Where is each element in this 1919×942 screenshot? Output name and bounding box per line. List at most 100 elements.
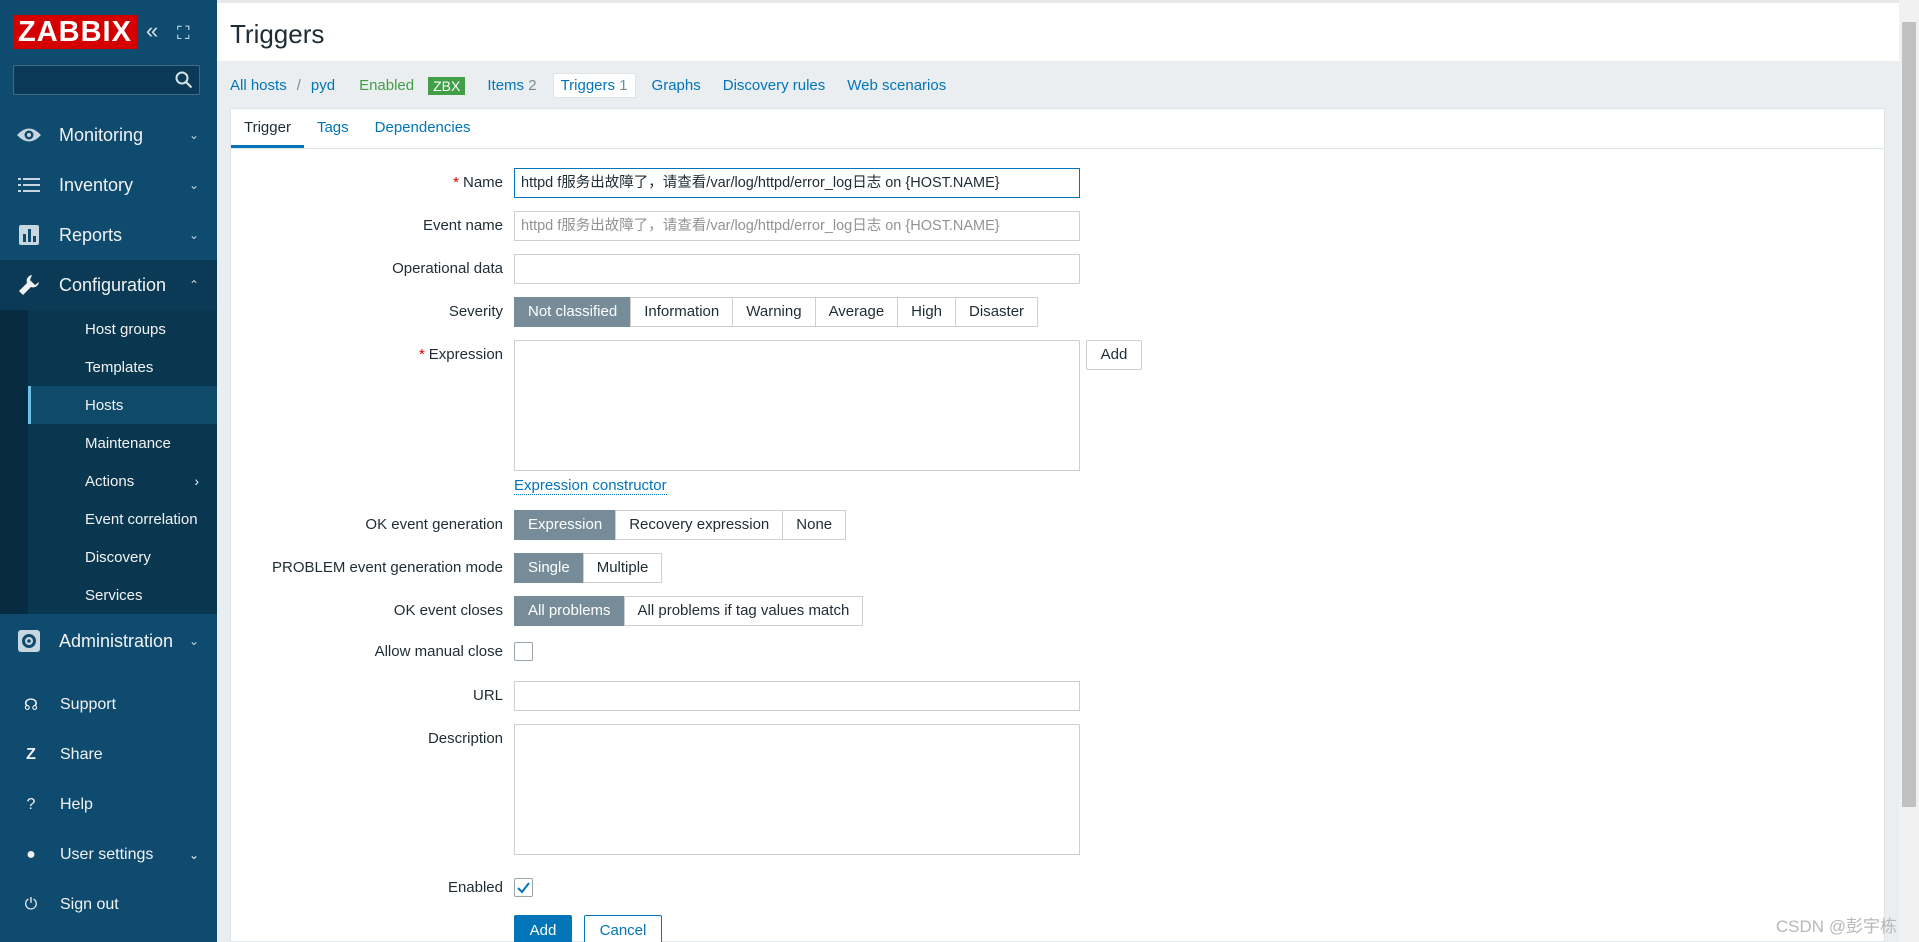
zbx-availability-badge: ZBX bbox=[428, 76, 466, 95]
opdata-label: Operational data bbox=[392, 260, 503, 277]
submenu-label: Templates bbox=[85, 358, 154, 376]
search-icon[interactable] bbox=[175, 71, 193, 89]
expression-label: * Expression bbox=[418, 346, 503, 363]
chevron-down-icon: ⌄ bbox=[188, 128, 199, 142]
chevron-down-icon: ⌄ bbox=[188, 848, 199, 862]
breadcrumb: All hosts / pyd Enabled ZBX Items 2 Trig… bbox=[230, 73, 946, 98]
menu-support[interactable]: ☊ Support bbox=[0, 680, 217, 730]
event-name-field[interactable]: httpd f服务出故障了，请查看/var/log/httpd/error_lo… bbox=[514, 211, 1080, 241]
headset-icon: ☊ bbox=[23, 697, 39, 714]
menu-label: Monitoring bbox=[59, 124, 144, 145]
ok-closes-tag-match[interactable]: All problems if tag values match bbox=[623, 596, 864, 626]
host-tab-discovery-rules[interactable]: Discovery rules bbox=[723, 77, 826, 94]
problem-mode-selector: Single Multiple bbox=[514, 553, 663, 583]
severity-information[interactable]: Information bbox=[630, 297, 734, 327]
collapse-sidebar-icon[interactable]: « bbox=[146, 20, 158, 42]
severity-not-classified[interactable]: Not classified bbox=[514, 297, 632, 327]
description-label: Description bbox=[427, 730, 503, 747]
kiosk-mode-icon[interactable]: ⛶ bbox=[177, 22, 190, 44]
menu-administration[interactable]: Administration ⌄ bbox=[0, 616, 217, 666]
user-icon: ● bbox=[26, 846, 36, 863]
submenu-label: Host groups bbox=[85, 320, 166, 338]
main-content: Triggers All hosts / pyd Enabled ZBX Ite… bbox=[217, 0, 1919, 942]
host-tab-graphs[interactable]: Graphs bbox=[652, 77, 701, 94]
page-scrollbar[interactable] bbox=[1899, 0, 1919, 942]
submenu-host-groups[interactable]: Host groups bbox=[0, 310, 217, 348]
triggers-label: Triggers bbox=[560, 77, 616, 94]
menu-reports[interactable]: Reports ⌄ bbox=[0, 210, 217, 260]
severity-warning[interactable]: Warning bbox=[732, 297, 816, 327]
problem-mode-label: PROBLEM event generation mode bbox=[272, 559, 503, 576]
menu-configuration[interactable]: Configuration ⌃ bbox=[0, 260, 217, 310]
severity-average[interactable]: Average bbox=[814, 297, 899, 327]
cancel-button[interactable]: Cancel bbox=[584, 915, 662, 942]
ok-gen-expression[interactable]: Expression bbox=[514, 510, 617, 540]
main-menu: Monitoring ⌄ Inventory ⌄ Reports ⌄ Confi… bbox=[0, 110, 217, 310]
tab-trigger[interactable]: Trigger bbox=[231, 109, 304, 148]
page-header: Triggers bbox=[217, 0, 1899, 61]
submenu-services[interactable]: Services bbox=[0, 576, 217, 614]
submenu-maintenance[interactable]: Maintenance bbox=[0, 424, 217, 462]
submenu-actions[interactable]: Actions › bbox=[0, 462, 217, 500]
share-icon: Z bbox=[26, 746, 36, 763]
scrollbar-thumb[interactable] bbox=[1902, 22, 1916, 807]
breadcrumb-host[interactable]: pyd bbox=[311, 77, 335, 94]
triggers-count: 1 bbox=[619, 77, 628, 94]
menu-label: Support bbox=[60, 696, 117, 713]
ok-gen-recovery-expression[interactable]: Recovery expression bbox=[615, 510, 784, 540]
submenu-event-correlation[interactable]: Event correlation bbox=[0, 500, 217, 538]
opdata-field[interactable] bbox=[514, 254, 1080, 284]
gear-icon bbox=[15, 630, 43, 652]
menu-monitoring[interactable]: Monitoring ⌄ bbox=[0, 110, 217, 160]
zabbix-logo[interactable]: ZABBIX bbox=[13, 15, 137, 49]
severity-disaster[interactable]: Disaster bbox=[955, 297, 1039, 327]
sidebar-search-input[interactable] bbox=[13, 65, 200, 95]
host-tab-web-scenarios[interactable]: Web scenarios bbox=[847, 77, 946, 94]
ok-event-generation-selector: Expression Recovery expression None bbox=[514, 510, 847, 540]
page-title: Triggers bbox=[230, 19, 325, 49]
menu-sign-out[interactable]: ⏻ Sign out bbox=[0, 880, 217, 930]
menu-label: Reports bbox=[59, 224, 123, 245]
ok-closes-all-problems[interactable]: All problems bbox=[514, 596, 625, 626]
menu-inventory[interactable]: Inventory ⌄ bbox=[0, 160, 217, 210]
breadcrumb-all-hosts[interactable]: All hosts bbox=[230, 77, 287, 94]
menu-user-settings[interactable]: ● User settings ⌄ bbox=[0, 830, 217, 880]
description-textarea[interactable] bbox=[514, 724, 1080, 855]
menu-help[interactable]: ? Help bbox=[0, 780, 217, 830]
tab-dependencies[interactable]: Dependencies bbox=[362, 109, 484, 148]
form-tabs: Trigger Tags Dependencies bbox=[231, 109, 1884, 149]
chevron-down-icon: ⌄ bbox=[188, 178, 199, 192]
host-tab-items[interactable]: Items 2 bbox=[487, 77, 536, 94]
expression-add-button[interactable]: Add bbox=[1086, 340, 1142, 370]
menu-label: Administration bbox=[59, 630, 174, 651]
menu-label: Help bbox=[60, 796, 93, 813]
url-label: URL bbox=[472, 687, 503, 704]
add-button[interactable]: Add bbox=[514, 915, 572, 942]
trigger-form-panel: Trigger Tags Dependencies * Name httpd f服… bbox=[230, 108, 1885, 942]
sidebar: ZABBIX « ⛶ Monitoring ⌄ Inventory ⌄ Repo… bbox=[0, 0, 217, 942]
host-status-enabled[interactable]: Enabled bbox=[359, 77, 414, 94]
enabled-checkbox[interactable] bbox=[514, 878, 533, 897]
submenu-hosts[interactable]: Hosts bbox=[0, 386, 217, 424]
problem-mode-multiple[interactable]: Multiple bbox=[582, 553, 663, 583]
items-count: 2 bbox=[528, 77, 537, 94]
submenu-templates[interactable]: Templates bbox=[0, 348, 217, 386]
host-tab-triggers[interactable]: Triggers 1 bbox=[552, 73, 636, 98]
expression-textarea[interactable] bbox=[514, 340, 1080, 471]
watermark: CSDN @彭宇栋 bbox=[1775, 917, 1897, 936]
items-label: Items bbox=[487, 77, 525, 94]
submenu-label: Discovery bbox=[85, 548, 151, 566]
submenu-discovery[interactable]: Discovery bbox=[0, 538, 217, 576]
submenu-label: Hosts bbox=[85, 396, 124, 414]
manual-close-checkbox[interactable] bbox=[514, 642, 533, 661]
list-icon bbox=[15, 174, 43, 196]
menu-share[interactable]: Z Share bbox=[0, 730, 217, 780]
url-field[interactable] bbox=[514, 681, 1080, 711]
name-field[interactable]: httpd f服务出故障了，请查看/var/log/httpd/error_lo… bbox=[514, 168, 1080, 198]
severity-high[interactable]: High bbox=[897, 297, 957, 327]
menu-label: Sign out bbox=[60, 896, 119, 913]
ok-gen-none[interactable]: None bbox=[782, 510, 847, 540]
tab-tags[interactable]: Tags bbox=[304, 109, 362, 148]
problem-mode-single[interactable]: Single bbox=[514, 553, 584, 583]
expression-constructor-link[interactable]: Expression constructor bbox=[514, 477, 667, 495]
